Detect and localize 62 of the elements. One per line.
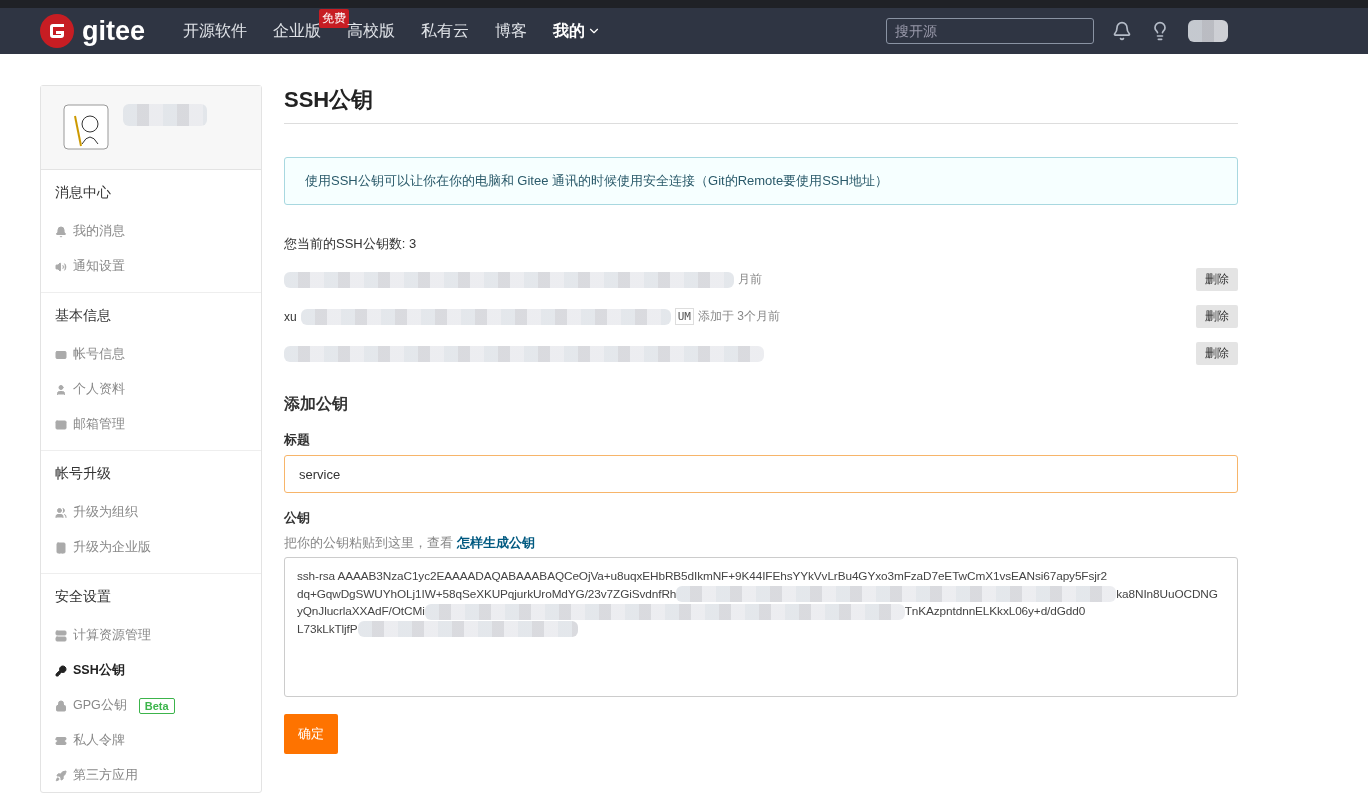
nav-link[interactable]: 博客 — [495, 20, 528, 42]
server-icon — [55, 629, 67, 642]
info-message: 使用SSH公钥可以让你在你的电脑和 Gitee 通讯的时候使用安全连接（Git的Remote要使用SSH地址） — [284, 157, 1238, 205]
sidebar-item[interactable]: 计算资源管理 — [55, 618, 247, 653]
section-heading: 添加公钥 — [284, 394, 349, 414]
sidebar-item[interactable]: 私人令牌 — [55, 723, 247, 758]
delete-button[interactable]: 删除 — [1196, 342, 1238, 365]
blurred-avatar[interactable] — [1188, 20, 1228, 42]
sidebar-item[interactable]: 第三方应用 — [55, 758, 247, 793]
key-icon — [55, 664, 67, 677]
sidebar-item[interactable]: 升级为组织 — [55, 495, 247, 530]
sidebar-item[interactable]: 个人资料 — [55, 372, 247, 407]
users-icon — [55, 506, 67, 519]
speaker-icon — [55, 260, 67, 273]
key-text: TnKAzpntdnnELKkxL06y+d/dGdd0 — [904, 603, 1086, 620]
sidebar-item[interactable]: SSH公钥 — [55, 653, 247, 688]
sidebar-item[interactable]: 帐号信息 — [55, 337, 247, 372]
page-title: SSH公钥 — [284, 85, 1238, 124]
bell-icon — [55, 225, 67, 238]
beta-badge: Beta — [138, 697, 175, 714]
field-label: 标题 — [284, 431, 311, 449]
section-title: 基本信息 — [55, 307, 112, 325]
lock-icon — [55, 699, 67, 712]
ticket-icon — [55, 734, 67, 747]
sidebar-item[interactable]: 邮箱管理 — [55, 407, 247, 442]
user-icon — [55, 383, 67, 396]
key-count: 您当前的SSH公钥数: 3 — [284, 235, 418, 253]
delete-button[interactable]: 删除 — [1196, 305, 1238, 328]
logo-text[interactable]: gitee — [82, 15, 146, 47]
help-link[interactable]: 怎样生成公钥 — [456, 535, 535, 550]
bell-icon[interactable] — [1112, 21, 1132, 41]
delete-button[interactable]: 删除 — [1196, 268, 1238, 291]
key-hint: 把你的公钥粘贴到这里，查看 怎样生成公钥 — [284, 535, 535, 550]
sidebar-item[interactable]: 通知设置 — [55, 249, 247, 284]
key-field[interactable] — [284, 557, 1238, 697]
section-title: 帐号升级 — [55, 465, 112, 483]
nav-link[interactable]: 私有云 — [421, 20, 470, 42]
sidebar-item[interactable]: GPG公钥 Beta — [55, 688, 247, 723]
key-title: xu — [284, 309, 297, 324]
key-fingerprint: UM — [674, 308, 694, 325]
search-field[interactable]: 搜开源 — [886, 18, 1094, 44]
added-time: 添加于 3个月前 — [697, 308, 780, 325]
nav-link[interactable]: 企业版 — [273, 20, 322, 42]
rocket-icon — [55, 769, 67, 782]
key-text: ssh-rsa AAAAB3NzaC1yc2EAAAADAQABAAABAQCeOjVa+u8uqxEHbRB5dIkmNF+9K44IFEhsYYkVvLrBu4GYxo3mFzaD7eETwCmX1vsEANsi67apy5Fsjr2 — [297, 568, 1108, 585]
section-title: 安全设置 — [55, 588, 112, 606]
free-badge: 免费 — [319, 8, 350, 28]
key-text: yQnJlucrlaXXAdF/OtCMi — [297, 603, 425, 620]
key-text: L73kLkTljfP — [297, 620, 358, 638]
menu-link[interactable]: 我的 — [553, 20, 602, 42]
key-text: ka8NIn8UuOCDNG — [1116, 585, 1218, 603]
logo-icon — [40, 14, 74, 48]
sidebar-item[interactable]: 升级为企业版 — [55, 530, 247, 565]
sidebar-item[interactable]: 我的消息 — [55, 214, 247, 249]
added-time: 月前 — [738, 271, 762, 288]
nav-link[interactable]: 开源软件 — [183, 20, 248, 42]
avatar-drawing — [63, 104, 109, 150]
key-text: dq+GqwDgSWUYhOLj1IW+58qSeXKUPqjurkUroMdYG/23v7ZGiSvdnfRh — [297, 585, 677, 603]
nav-link[interactable]: 高校版 — [347, 20, 396, 42]
title-field[interactable]: service — [284, 455, 1238, 493]
section-title: 消息中心 — [55, 184, 112, 202]
field-label: 公钥 — [284, 509, 311, 527]
